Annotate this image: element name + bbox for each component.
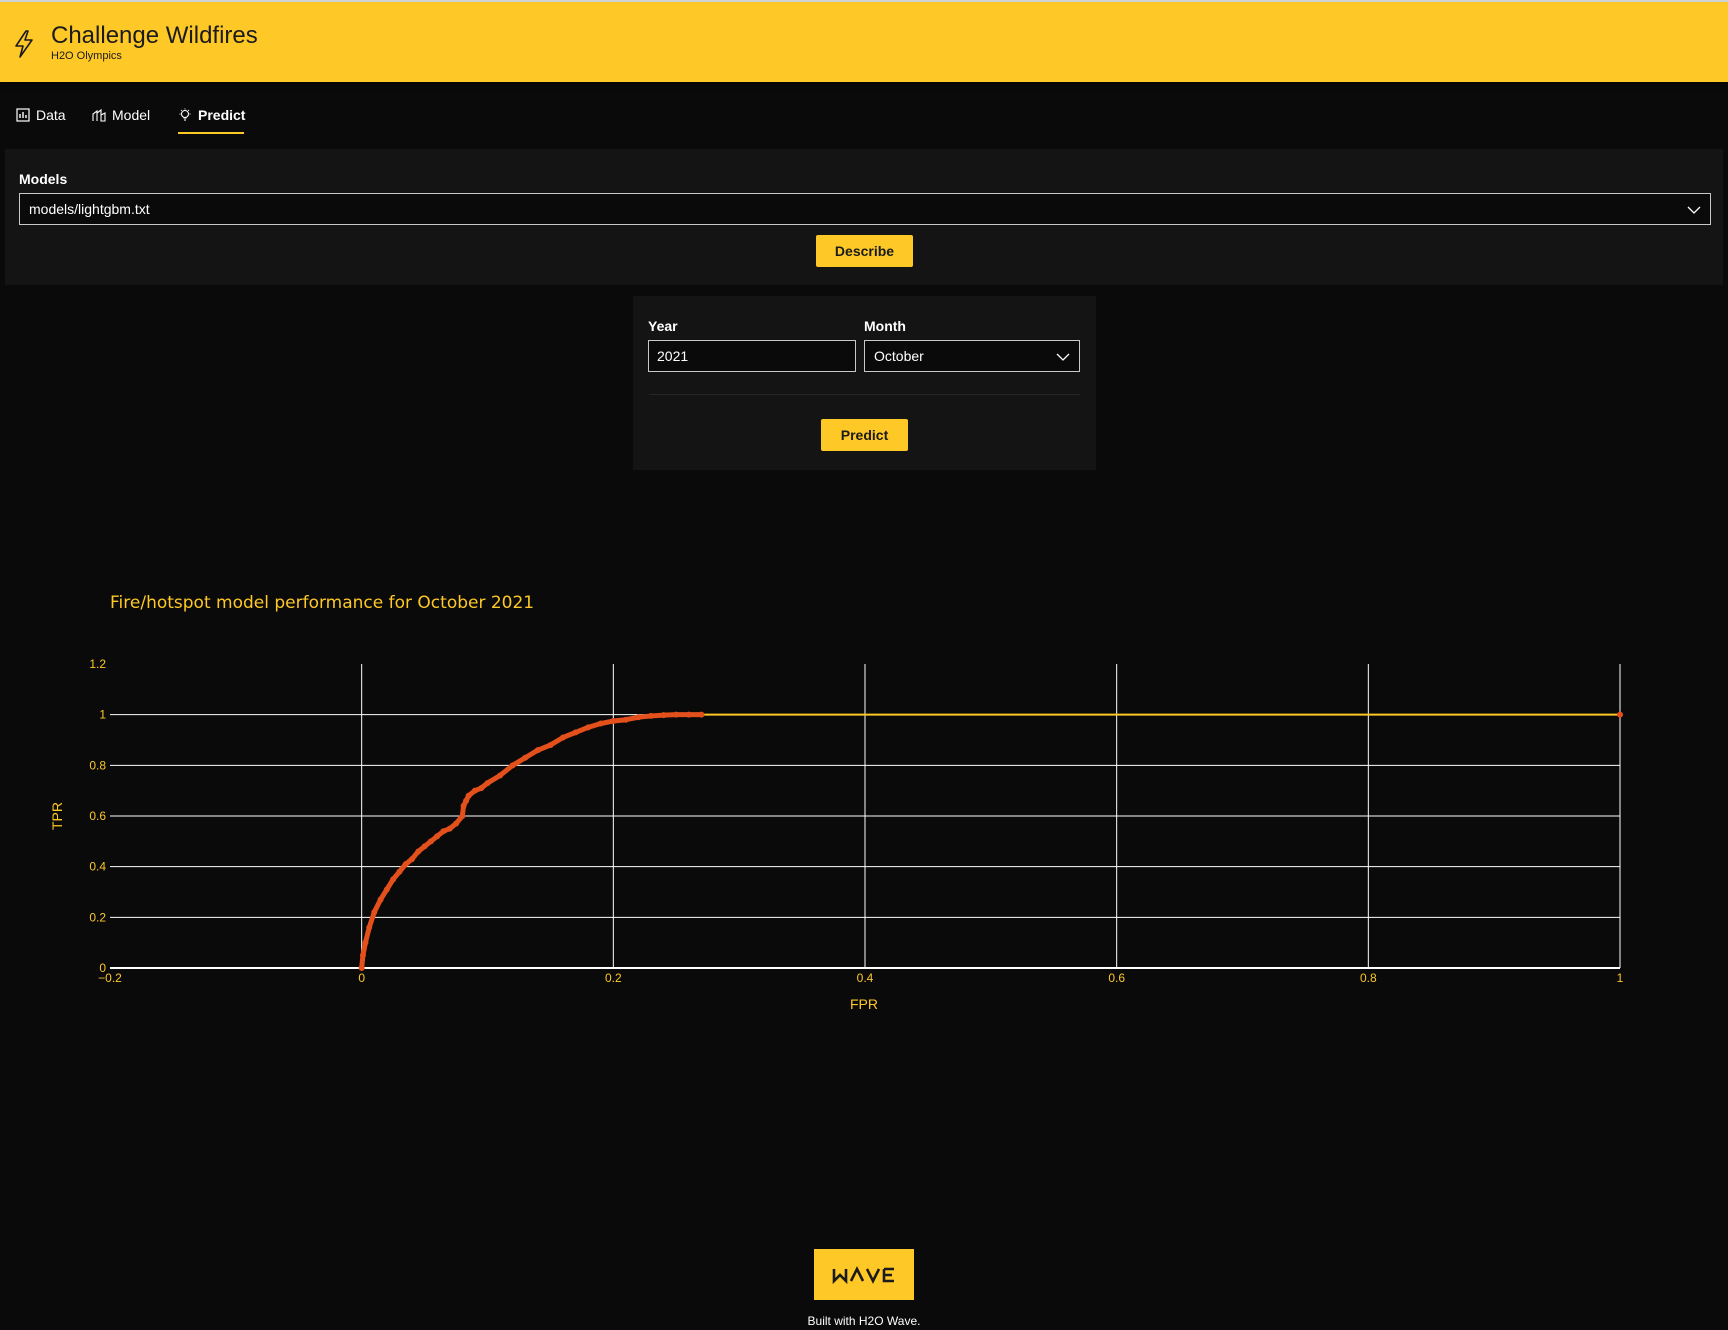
x-tick-label: 0.8 bbox=[1360, 971, 1377, 985]
divider bbox=[649, 394, 1080, 395]
roc-point bbox=[685, 711, 692, 718]
x-axis-label: FPR bbox=[850, 996, 878, 1012]
built-with-text: Built with H2O Wave. bbox=[807, 1314, 921, 1328]
roc-point bbox=[459, 813, 466, 819]
roc-point bbox=[415, 848, 422, 855]
y-tick-label: 1 bbox=[99, 708, 106, 722]
roc-point bbox=[471, 787, 478, 794]
roc-point bbox=[673, 711, 680, 718]
app-subtitle: H2O Olympics bbox=[51, 50, 122, 62]
roc-point bbox=[358, 965, 365, 971]
roc-point bbox=[622, 716, 629, 723]
x-tick-label: 0.2 bbox=[605, 971, 622, 985]
roc-point bbox=[434, 833, 441, 840]
tab-label: Predict bbox=[198, 107, 246, 123]
chevron-down-icon bbox=[1056, 353, 1070, 361]
tab-bar: Data Model Predict bbox=[0, 96, 1728, 136]
roc-point bbox=[560, 734, 566, 741]
y-axis-label: TPR bbox=[49, 802, 65, 830]
y-tick-label: 0.4 bbox=[89, 860, 106, 874]
roc-point bbox=[484, 780, 491, 787]
x-tick-label: 0.4 bbox=[857, 971, 874, 985]
roc-point bbox=[660, 712, 667, 719]
y-tick-label: 0 bbox=[99, 961, 106, 975]
month-dropdown[interactable]: October bbox=[864, 340, 1080, 372]
roc-point bbox=[409, 856, 415, 863]
roc-point bbox=[585, 724, 592, 731]
roc-point bbox=[377, 896, 384, 903]
roc-point bbox=[597, 720, 604, 727]
describe-button[interactable]: Describe bbox=[816, 235, 913, 267]
lightbulb-icon bbox=[179, 108, 191, 121]
chart-ticks: −0.2 0 0.2 0.4 0.6 0.8 100.20.40.60.811.2 bbox=[89, 657, 1623, 985]
roc-line bbox=[360, 713, 1620, 969]
roc-point bbox=[534, 747, 541, 754]
tab-predict[interactable]: Predict bbox=[178, 96, 245, 134]
roc-point bbox=[453, 820, 460, 827]
x-tick-label: 1 bbox=[1617, 971, 1624, 985]
year-input-value: 2021 bbox=[657, 348, 689, 364]
y-tick-label: 0.6 bbox=[89, 809, 106, 823]
roc-point bbox=[371, 909, 378, 916]
models-dropdown-value: models/lightgbm.txt bbox=[29, 201, 150, 217]
roc-point bbox=[446, 825, 453, 832]
roc-marker-trail bbox=[359, 712, 704, 971]
chevron-down-icon bbox=[1687, 206, 1701, 214]
roc-point bbox=[383, 886, 390, 893]
roc-point bbox=[402, 861, 409, 868]
roc-point bbox=[427, 838, 434, 845]
roc-point bbox=[359, 952, 366, 959]
roc-point bbox=[362, 939, 369, 946]
models-label: Models bbox=[19, 171, 68, 187]
roc-point bbox=[421, 843, 428, 850]
roc-point bbox=[648, 712, 655, 719]
year-input[interactable]: 2021 bbox=[648, 340, 856, 372]
models-card: Models models/lightgbm.txt Describe bbox=[5, 149, 1723, 285]
roc-point bbox=[635, 714, 642, 721]
build-icon bbox=[92, 108, 106, 122]
predict-card: Year 2021 Month October Predict bbox=[633, 296, 1096, 470]
models-dropdown[interactable]: models/lightgbm.txt bbox=[19, 193, 1711, 225]
roc-point bbox=[522, 754, 529, 761]
tab-label: Model bbox=[112, 107, 151, 123]
roc-point bbox=[396, 868, 403, 875]
tab-data[interactable]: Data bbox=[16, 96, 66, 134]
y-tick-label: 0.2 bbox=[89, 910, 106, 924]
roc-point bbox=[497, 772, 504, 779]
wave-logo-mark bbox=[832, 1265, 894, 1284]
year-label: Year bbox=[648, 318, 678, 334]
app-header: Challenge Wildfires H2O Olympics bbox=[0, 0, 1728, 82]
roc-point bbox=[698, 711, 705, 718]
x-tick-label: 0.6 bbox=[1108, 971, 1125, 985]
app-title: Challenge Wildfires bbox=[51, 22, 258, 49]
roc-point bbox=[465, 792, 472, 799]
chart-series bbox=[358, 711, 1623, 971]
tab-model[interactable]: Model bbox=[92, 96, 150, 134]
bar-chart-icon bbox=[16, 108, 30, 122]
tab-active-indicator bbox=[178, 132, 244, 134]
lightning-icon bbox=[15, 30, 33, 58]
roc-point bbox=[509, 762, 516, 769]
month-dropdown-value: October bbox=[874, 348, 924, 364]
chart-grid bbox=[110, 664, 1621, 969]
tab-label: Data bbox=[36, 107, 66, 123]
roc-point bbox=[610, 718, 617, 724]
y-tick-label: 0.8 bbox=[89, 758, 106, 772]
roc-point bbox=[1617, 711, 1623, 718]
y-tick-label: 1.2 bbox=[89, 657, 106, 671]
roc-point bbox=[572, 729, 579, 736]
roc-point bbox=[440, 828, 447, 835]
x-tick-label: 0 bbox=[358, 971, 365, 985]
wave-logo bbox=[814, 1249, 914, 1300]
predict-button[interactable]: Predict bbox=[821, 419, 908, 451]
roc-point bbox=[547, 742, 554, 749]
chart-title: Fire/hotspot model performance for Octob… bbox=[110, 593, 534, 613]
roc-point bbox=[478, 785, 485, 792]
roc-chart: Fire/hotspot model performance for Octob… bbox=[49, 593, 1624, 1012]
month-label: Month bbox=[864, 318, 906, 334]
roc-point bbox=[366, 924, 373, 931]
roc-point bbox=[390, 876, 397, 883]
